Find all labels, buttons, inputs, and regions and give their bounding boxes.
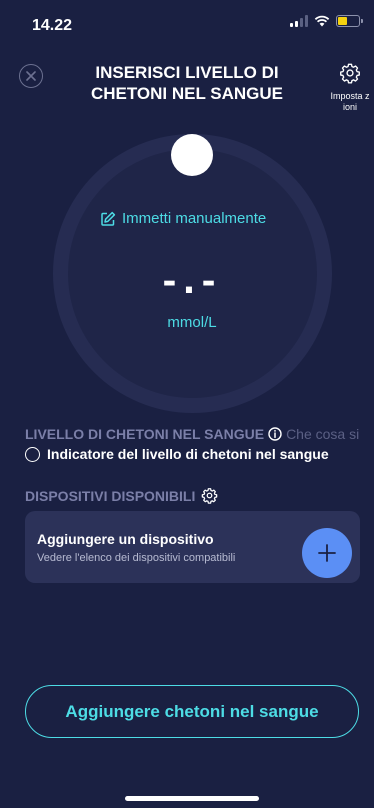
wifi-icon: [314, 15, 330, 27]
gear-icon[interactable]: [201, 487, 218, 504]
settings-button[interactable]: Imposta zioni: [326, 62, 374, 113]
device-card-title: Aggiungere un dispositivo: [37, 531, 214, 547]
add-device-card[interactable]: Aggiungere un dispositivo Vedere l'elenc…: [25, 511, 360, 583]
status-time: 14.22: [32, 17, 73, 34]
ketone-level-section-label: LIVELLO DI CHETONI NEL SANGUE: [25, 426, 265, 442]
close-icon: [26, 71, 36, 81]
add-blood-ketones-button[interactable]: Aggiungere chetoni nel sangue: [25, 685, 359, 738]
devices-header: DISPOSITIVI DISPONIBILI: [25, 487, 218, 504]
info-link[interactable]: Che cosa si: [286, 426, 359, 442]
gear-icon: [340, 63, 360, 84]
gauge-knob[interactable]: [171, 134, 213, 176]
devices-section-label: DISPOSITIVI DISPONIBILI: [25, 487, 196, 504]
battery-icon: [336, 15, 363, 27]
indicator-label: Indicatore del livello di chetoni nel sa…: [47, 446, 329, 462]
reading-value: -.-: [162, 262, 222, 302]
ketone-level-header: LIVELLO DI CHETONI NEL SANGUE Che cosa s…: [25, 424, 374, 444]
device-card-subtitle: Vedere l'elenco dei dispositivi compatib…: [37, 552, 236, 564]
close-button[interactable]: [19, 64, 43, 88]
manual-entry-link[interactable]: Immetti manualmente: [100, 210, 300, 227]
cellular-signal-icon: [290, 15, 308, 27]
battery-level: [338, 17, 347, 25]
add-device-button[interactable]: [302, 528, 352, 578]
home-indicator[interactable]: [125, 796, 259, 801]
radio-button[interactable]: [25, 446, 40, 462]
plus-icon: [318, 544, 336, 562]
settings-label: Imposta zioni: [330, 91, 370, 112]
manual-entry-label: Immetti manualmente: [122, 210, 267, 227]
status-icons: [290, 15, 363, 27]
info-icon[interactable]: [268, 427, 282, 441]
page-title: INSERISCI LIVELLO DI CHETONI NEL SANGUE: [90, 63, 284, 103]
reading-unit: mmol/L: [167, 314, 217, 331]
edit-icon: [101, 211, 116, 226]
status-bar: 14.22: [0, 0, 374, 44]
ketone-indicator-option[interactable]: Indicatore del livello di chetoni nel sa…: [25, 446, 329, 462]
